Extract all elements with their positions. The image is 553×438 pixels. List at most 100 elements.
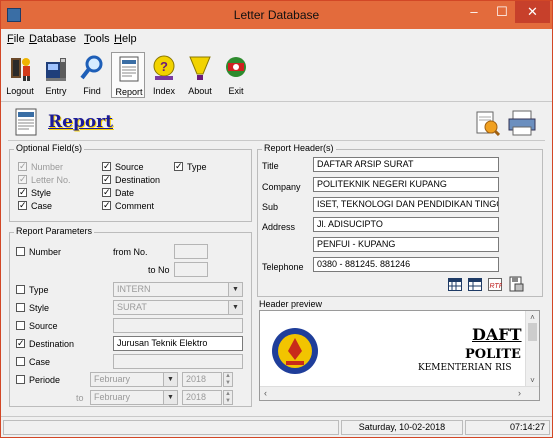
opt-date-checkbox[interactable]: Date	[102, 186, 134, 198]
param-destination-label: Destination	[29, 339, 75, 349]
opt-source-label: Source	[115, 162, 144, 172]
source-input[interactable]	[113, 318, 243, 333]
scroll-right-icon[interactable]: ›	[518, 388, 521, 398]
opt-number-checkbox[interactable]: Number	[18, 160, 63, 172]
destination-input[interactable]: Jurusan Teknik Elektro	[113, 336, 243, 351]
type-select[interactable]: INTERN ▼	[113, 282, 243, 297]
about-button[interactable]: About	[183, 52, 217, 98]
address-line2-input[interactable]: PENFUI - KUPANG	[313, 237, 499, 252]
scroll-thumb[interactable]	[528, 323, 537, 341]
print-button[interactable]	[507, 110, 537, 136]
checkbox-box	[102, 186, 111, 198]
param-periode-checkbox[interactable]: Periode	[16, 375, 60, 385]
chevron-down-icon[interactable]: ▼	[228, 283, 242, 296]
preview-vertical-scrollbar[interactable]: ˄ ˅	[525, 311, 539, 387]
logout-button[interactable]: Logout	[3, 52, 37, 98]
preview-line3: KEMENTERIAN RIS	[418, 363, 512, 373]
maximize-button[interactable]: ☐	[488, 1, 516, 23]
print-preview-button[interactable]	[474, 110, 500, 136]
to-no-input[interactable]	[174, 262, 208, 277]
opt-case-checkbox[interactable]: Case	[18, 199, 52, 211]
sub-label: Sub	[262, 202, 279, 212]
param-source-checkbox[interactable]: Source	[16, 321, 58, 331]
save-settings-icon[interactable]	[508, 276, 524, 292]
chevron-down-icon[interactable]: ▼	[228, 301, 242, 314]
checkbox-box	[16, 321, 25, 330]
opt-source-checkbox[interactable]: Source	[102, 160, 144, 172]
index-button[interactable]: ? Index	[147, 52, 181, 98]
style-select[interactable]: SURAT ▼	[113, 300, 243, 315]
param-type-checkbox[interactable]: Type	[16, 285, 49, 295]
minimize-button[interactable]: –	[460, 1, 488, 23]
header-preview-pane: DAFT POLITE KEMENTERIAN RIS ˄ ˅ ‹ ›	[259, 310, 540, 401]
title-input[interactable]: DAFTAR ARSIP SURAT	[313, 157, 499, 172]
company-label: Company	[262, 182, 301, 192]
index-label: Index	[152, 86, 176, 96]
telephone-input[interactable]: 0380 - 881245. 881246	[313, 257, 499, 272]
checkbox-box	[102, 199, 111, 211]
scroll-left-icon[interactable]: ‹	[264, 388, 267, 398]
case-input[interactable]	[113, 354, 243, 369]
menu-help[interactable]: Help	[114, 33, 137, 45]
param-style-checkbox[interactable]: Style	[16, 303, 49, 313]
status-date: Saturday, 10-02-2018	[341, 420, 463, 435]
periode-to-month-select[interactable]: February ▼	[90, 390, 178, 405]
checkbox-box	[16, 285, 25, 294]
toolbar: Logout Entry Find Report ? Index About E…	[1, 50, 552, 102]
param-periode-label: Periode	[29, 375, 61, 385]
opt-letter-no-label: Letter No.	[31, 175, 71, 185]
param-number-label: Number	[29, 247, 62, 257]
report-button[interactable]: Report	[111, 52, 145, 98]
chevron-down-icon[interactable]: ▼	[163, 391, 177, 404]
close-button[interactable]: ✕	[515, 1, 550, 23]
menu-database[interactable]: Database	[29, 33, 76, 45]
entry-label: Entry	[45, 86, 67, 96]
to-month-value: February	[94, 392, 131, 402]
menu-file[interactable]: File	[7, 33, 25, 45]
report-parameters-label: Report Parameters	[14, 226, 95, 236]
address-label: Address	[262, 222, 296, 232]
export-grid-icon[interactable]	[468, 278, 482, 291]
menu-tools[interactable]: Tools	[84, 33, 110, 45]
param-type-label: Type	[29, 285, 49, 295]
find-button[interactable]: Find	[75, 52, 109, 98]
checkbox-box	[16, 375, 25, 384]
checkbox-box	[16, 303, 25, 312]
scroll-up-icon[interactable]: ˄	[526, 313, 539, 322]
opt-type-checkbox[interactable]: Type	[174, 160, 207, 172]
param-case-checkbox[interactable]: Case	[16, 357, 50, 367]
from-no-input[interactable]	[174, 244, 208, 259]
entry-button[interactable]: Entry	[39, 52, 73, 98]
exit-button[interactable]: Exit	[219, 52, 253, 98]
report-headers-label: Report Header(s)	[262, 143, 336, 153]
export-rtf-icon[interactable]: RTF	[488, 278, 502, 291]
periode-from-year-input[interactable]: 2018	[182, 372, 222, 387]
chevron-down-icon[interactable]: ▼	[163, 373, 177, 386]
opt-style-checkbox[interactable]: Style	[18, 186, 51, 198]
sub-input[interactable]: ISET, TEKNOLOGI DAN PENDIDIKAN TINGGI	[313, 197, 499, 212]
from-month-value: February	[94, 374, 131, 384]
periode-from-month-select[interactable]: February ▼	[90, 372, 178, 387]
checkbox-box	[18, 160, 27, 172]
status-time: 07:14:27	[465, 420, 550, 435]
entry-icon	[46, 58, 66, 81]
scroll-down-icon[interactable]: ˅	[526, 376, 539, 385]
title-label: Title	[262, 161, 279, 171]
header-preview-label: Header preview	[257, 299, 325, 309]
opt-destination-checkbox[interactable]: Destination	[102, 173, 160, 185]
address-line1-input[interactable]: Jl. ADISUCIPTO	[313, 217, 499, 232]
title-bar: Letter Database – ☐ ✕	[1, 1, 552, 29]
opt-letter-no-checkbox[interactable]: Letter No.	[18, 173, 71, 185]
opt-comment-checkbox[interactable]: Comment	[102, 199, 154, 211]
preview-horizontal-scrollbar[interactable]: ‹ ›	[260, 386, 539, 400]
about-icon	[189, 56, 211, 80]
company-input[interactable]: POLITEKNIK NEGERI KUPANG	[313, 177, 499, 192]
exit-label: Exit	[228, 86, 244, 96]
param-destination-checkbox[interactable]: Destination	[16, 337, 75, 349]
param-number-checkbox[interactable]: Number	[16, 247, 61, 257]
report-parameters-group: Report Parameters Number from No. to No …	[9, 226, 252, 407]
to-year-spinner[interactable]: ▲ ▼	[223, 390, 233, 405]
from-year-spinner[interactable]: ▲ ▼	[223, 372, 233, 387]
export-excel-icon[interactable]	[448, 278, 462, 291]
periode-to-year-input[interactable]: 2018	[182, 390, 222, 405]
